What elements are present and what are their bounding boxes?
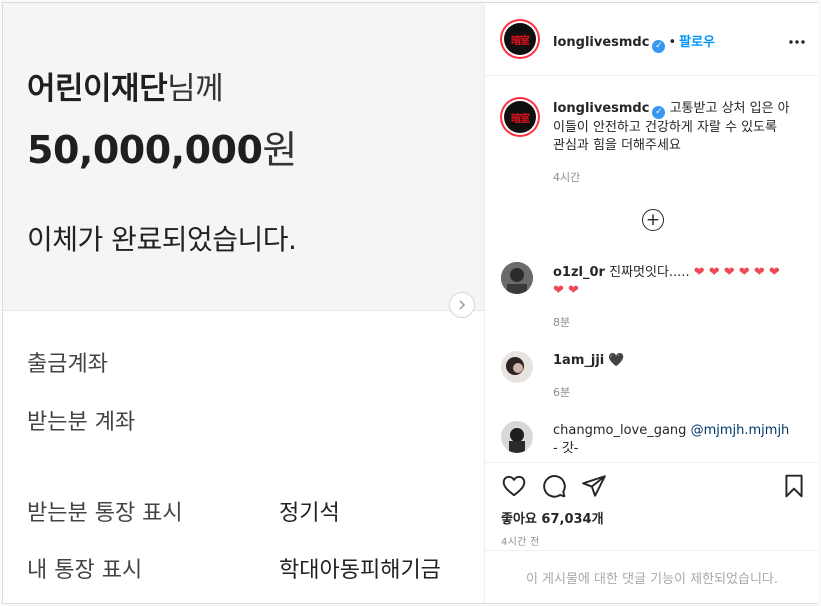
comment-username[interactable]: 1am_jji <box>553 353 604 368</box>
comment-avatar[interactable] <box>501 351 533 383</box>
comment-button[interactable] <box>541 473 567 499</box>
row-label-recipient-display: 받는분 통장 표시 <box>27 501 183 526</box>
amount-value: 50,000,000 <box>27 128 263 172</box>
verified-badge-icon: ✓ <box>652 105 666 119</box>
post-dialog: 어린이재단님께 50,000,000원 이체가 완료되었습니다. 출금계좌 받는… <box>2 2 819 604</box>
caption-time[interactable]: 4시간 <box>553 169 580 185</box>
comment-icon <box>543 475 566 498</box>
row-label-recipient-account: 받는분 계좌 <box>27 410 136 435</box>
comment-avatar[interactable] <box>501 262 533 294</box>
comments-restricted-notice: 이 게시물에 대한 댓글 기능이 제한되었습니다. <box>485 550 819 603</box>
comment-username[interactable]: o1zl_0r <box>553 265 605 280</box>
header-author-line: longlivesmdc ✓ • 팔로우 <box>553 31 715 53</box>
post-side-panel: 暗室 longlivesmdc ✓ • 팔로우 暗室 longlivesmdc ✓ 고통… <box>484 3 819 603</box>
comments-list[interactable]: 暗室 longlivesmdc ✓ 고통받고 상처 입은 아이들이 안전하고 건강… <box>485 76 819 462</box>
comment-text: 진짜멋잇다..... <box>609 265 690 280</box>
caption-username[interactable]: longlivesmdc <box>553 101 649 116</box>
author-username[interactable]: longlivesmdc <box>553 35 649 50</box>
plus-circle-icon: + <box>645 209 661 230</box>
recipient-honorific: 님께 <box>167 71 224 107</box>
more-options-button[interactable] <box>789 29 805 48</box>
save-button[interactable] <box>781 473 807 499</box>
caption-logo: 暗室 <box>504 101 536 133</box>
more-horizontal-icon <box>789 40 805 44</box>
next-image-button[interactable] <box>449 292 475 318</box>
caption: longlivesmdc ✓ 고통받고 상처 입은 아이들이 안전하고 건강하게 … <box>553 100 791 155</box>
amount-unit: 원 <box>262 128 297 172</box>
row-value-my-display: 학대아동피해기금 <box>279 558 441 583</box>
caption-avatar[interactable]: 暗室 <box>500 97 540 137</box>
amount-line: 50,000,000원 <box>27 119 297 174</box>
comment-username[interactable]: changmo_love_gang <box>553 423 686 438</box>
paper-plane-icon <box>582 475 606 497</box>
avatar-photo-icon <box>501 262 533 294</box>
post-actions: 좋아요 67,034개 4시간 전 <box>485 462 819 550</box>
comment-text: - 갓- <box>553 441 579 456</box>
chevron-right-icon <box>459 300 466 310</box>
comment-item: 1am_jji 🖤 <box>553 352 791 370</box>
author-logo: 暗室 <box>504 23 536 55</box>
likes-label: 좋아요 <box>501 512 537 527</box>
recipient-line: 어린이재단님께 <box>27 63 224 108</box>
heart-icon <box>502 475 526 497</box>
row-label-withdraw-account: 출금계좌 <box>27 352 108 377</box>
load-more-comments-button[interactable]: + <box>642 209 664 231</box>
comment-item: o1zl_0r 진짜멋잇다..... ❤ ❤ ❤ ❤ ❤ ❤ ❤ ❤ <box>553 264 791 300</box>
comment-hearts: 🖤 <box>608 353 625 368</box>
comment-time[interactable]: 8분 <box>553 314 570 330</box>
transfer-status: 이체가 완료되었습니다. <box>27 223 297 256</box>
verified-badge-icon: ✓ <box>652 39 666 53</box>
row-label-my-display: 내 통장 표시 <box>27 558 143 583</box>
comment-item: changmo_love_gang @mjmjh.mjmjh - 갓- <box>553 422 791 458</box>
author-avatar[interactable]: 暗室 <box>500 19 540 59</box>
comment-time[interactable]: 6분 <box>553 384 570 400</box>
header-separator: • <box>668 35 677 50</box>
post-image: 어린이재단님께 50,000,000원 이체가 완료되었습니다. 출금계좌 받는… <box>3 3 484 603</box>
share-button[interactable] <box>581 473 607 499</box>
avatar-photo-icon <box>501 351 533 383</box>
follow-button[interactable]: 팔로우 <box>679 35 715 50</box>
bookmark-icon <box>785 474 803 498</box>
post-header: 暗室 longlivesmdc ✓ • 팔로우 <box>485 3 819 76</box>
comment-avatar[interactable] <box>501 421 533 453</box>
post-timestamp[interactable]: 4시간 전 <box>501 533 540 548</box>
avatar-photo-icon <box>501 421 533 453</box>
recipient-name: 어린이재단 <box>27 71 168 107</box>
like-button[interactable] <box>501 473 527 499</box>
row-value-recipient-display: 정기석 <box>279 501 340 526</box>
likes-count[interactable]: 좋아요 67,034개 <box>501 508 604 527</box>
comment-mention[interactable]: @mjmjh.mjmjh <box>691 423 790 438</box>
receipt-summary: 어린이재단님께 50,000,000원 이체가 완료되었습니다. <box>3 3 484 311</box>
likes-number: 67,034개 <box>541 512 604 527</box>
